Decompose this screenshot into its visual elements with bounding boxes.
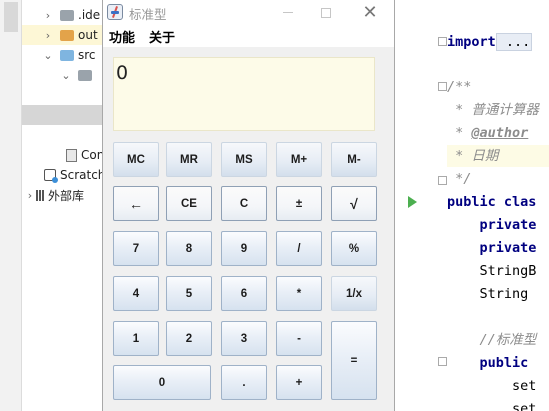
digit-3-button[interactable]: 3 [221, 321, 267, 356]
digit-4-button[interactable]: 4 [113, 276, 159, 311]
digit-2-button[interactable]: 2 [166, 321, 212, 356]
tree-row-selected[interactable] [22, 105, 102, 125]
code-line-doc: * 日期 [447, 148, 499, 164]
m-minus-button[interactable]: M- [331, 142, 377, 177]
code-line-field: private [447, 240, 537, 256]
chevron-right-icon[interactable]: › [42, 29, 54, 42]
digit-8-button[interactable]: 8 [166, 231, 212, 266]
m-plus-button[interactable]: M+ [276, 142, 322, 177]
minimize-icon [283, 12, 293, 13]
menu-function[interactable]: 功能 [109, 27, 135, 46]
library-icon [36, 189, 44, 201]
editor-gutter [395, 0, 447, 411]
code-line-doc: /** [447, 79, 472, 95]
digit-7-button[interactable]: 7 [113, 231, 159, 266]
tree-row-out[interactable]: › out [42, 25, 98, 45]
percent-button[interactable]: % [331, 231, 377, 266]
tree-row-package[interactable]: ⌄ [60, 65, 96, 85]
tree-row-com[interactable]: Con [66, 145, 102, 165]
ms-button[interactable]: MS [221, 142, 267, 177]
clear-button[interactable]: C [221, 186, 267, 221]
window-title: 标准型 [129, 7, 167, 22]
code-line-method: public [447, 355, 537, 371]
run-icon[interactable] [408, 196, 417, 208]
code-line-class: public clas [447, 194, 537, 210]
decimal-point-button[interactable]: . [221, 365, 267, 400]
code-line-call: set [447, 378, 537, 394]
window-titlebar[interactable]: 标准型 ✕ [103, 0, 394, 25]
menu-about[interactable]: 关于 [149, 27, 175, 46]
tree-label: .ide [78, 8, 101, 22]
tree-row-src[interactable]: ⌄ src [42, 45, 96, 65]
sqrt-button[interactable]: √ [331, 186, 377, 221]
display-value: 0 [116, 62, 129, 84]
equals-button[interactable]: = [331, 321, 377, 400]
digit-5-button[interactable]: 5 [166, 276, 212, 311]
tool-window-tab[interactable] [4, 2, 18, 32]
code-line-field: StringB [447, 263, 537, 279]
code-line-doc: */ [447, 171, 472, 187]
digit-9-button[interactable]: 9 [221, 231, 267, 266]
close-icon: ✕ [362, 2, 378, 23]
maximize-button[interactable] [305, 0, 347, 25]
chevron-down-icon[interactable]: ⌄ [42, 49, 54, 62]
code-editor[interactable]: import ... /** * 普通计算器 * @author * 日期 */… [395, 0, 549, 411]
close-button[interactable]: ✕ [349, 0, 391, 25]
tree-row-libraries[interactable]: › 外部库 [24, 185, 84, 205]
subtract-button[interactable]: - [276, 321, 322, 356]
code-line-call: set [447, 401, 537, 411]
code-line-doc: * 普通计算器 [447, 102, 539, 118]
plus-minus-button[interactable]: ± [276, 186, 322, 221]
tree-row-idea[interactable]: › .ide [42, 5, 100, 25]
folder-icon [60, 29, 74, 41]
code-line-doc: * @author [447, 125, 529, 141]
tree-label: Scratch [60, 168, 102, 182]
calculator-window: 标准型 ✕ 功能 关于 0 MC MR MS M+ M- ← CE C ± √ … [102, 0, 395, 411]
divide-button[interactable]: / [276, 231, 322, 266]
reciprocal-button[interactable]: 1/x [331, 276, 377, 311]
fold-marker-icon[interactable] [438, 176, 447, 185]
menu-bar: 功能 关于 [103, 25, 394, 47]
calculator-app-icon [107, 4, 123, 20]
digit-0-button[interactable]: 0 [113, 365, 211, 400]
file-icon [66, 148, 77, 162]
add-button[interactable]: + [276, 365, 322, 400]
tree-label: out [78, 28, 98, 42]
mr-button[interactable]: MR [166, 142, 212, 177]
code-line-import: import ... [447, 33, 533, 51]
scratch-icon [44, 169, 58, 183]
code-line-field: String [447, 286, 537, 302]
multiply-button[interactable]: * [276, 276, 322, 311]
ce-button[interactable]: CE [166, 186, 212, 221]
code-line-field: private [447, 217, 537, 233]
ide-tool-strip [0, 0, 22, 411]
fold-marker-icon[interactable] [438, 357, 447, 366]
digit-1-button[interactable]: 1 [113, 321, 159, 356]
chevron-right-icon[interactable]: › [42, 9, 54, 22]
fold-marker-icon[interactable] [438, 37, 447, 46]
package-icon [78, 69, 92, 81]
tree-row-scratch[interactable]: Scratch [44, 165, 102, 185]
backspace-button[interactable]: ← [113, 186, 159, 221]
mc-button[interactable]: MC [113, 142, 159, 177]
tree-label: src [78, 48, 96, 62]
calculator-display: 0 [113, 57, 375, 131]
project-tree: › .ide › out ⌄ src ⌄ Con Scratch › 外部库 [22, 0, 102, 411]
tree-label: Con [81, 148, 102, 162]
code-line-comment: //标准型 [447, 332, 537, 348]
chevron-right-icon[interactable]: › [24, 189, 36, 202]
maximize-icon [321, 7, 331, 18]
tree-label: 外部库 [48, 188, 85, 203]
folder-icon [60, 9, 74, 21]
folder-icon [60, 49, 74, 61]
digit-6-button[interactable]: 6 [221, 276, 267, 311]
minimize-button[interactable] [267, 0, 309, 25]
chevron-down-icon[interactable]: ⌄ [60, 69, 72, 82]
fold-marker-icon[interactable] [438, 82, 447, 91]
